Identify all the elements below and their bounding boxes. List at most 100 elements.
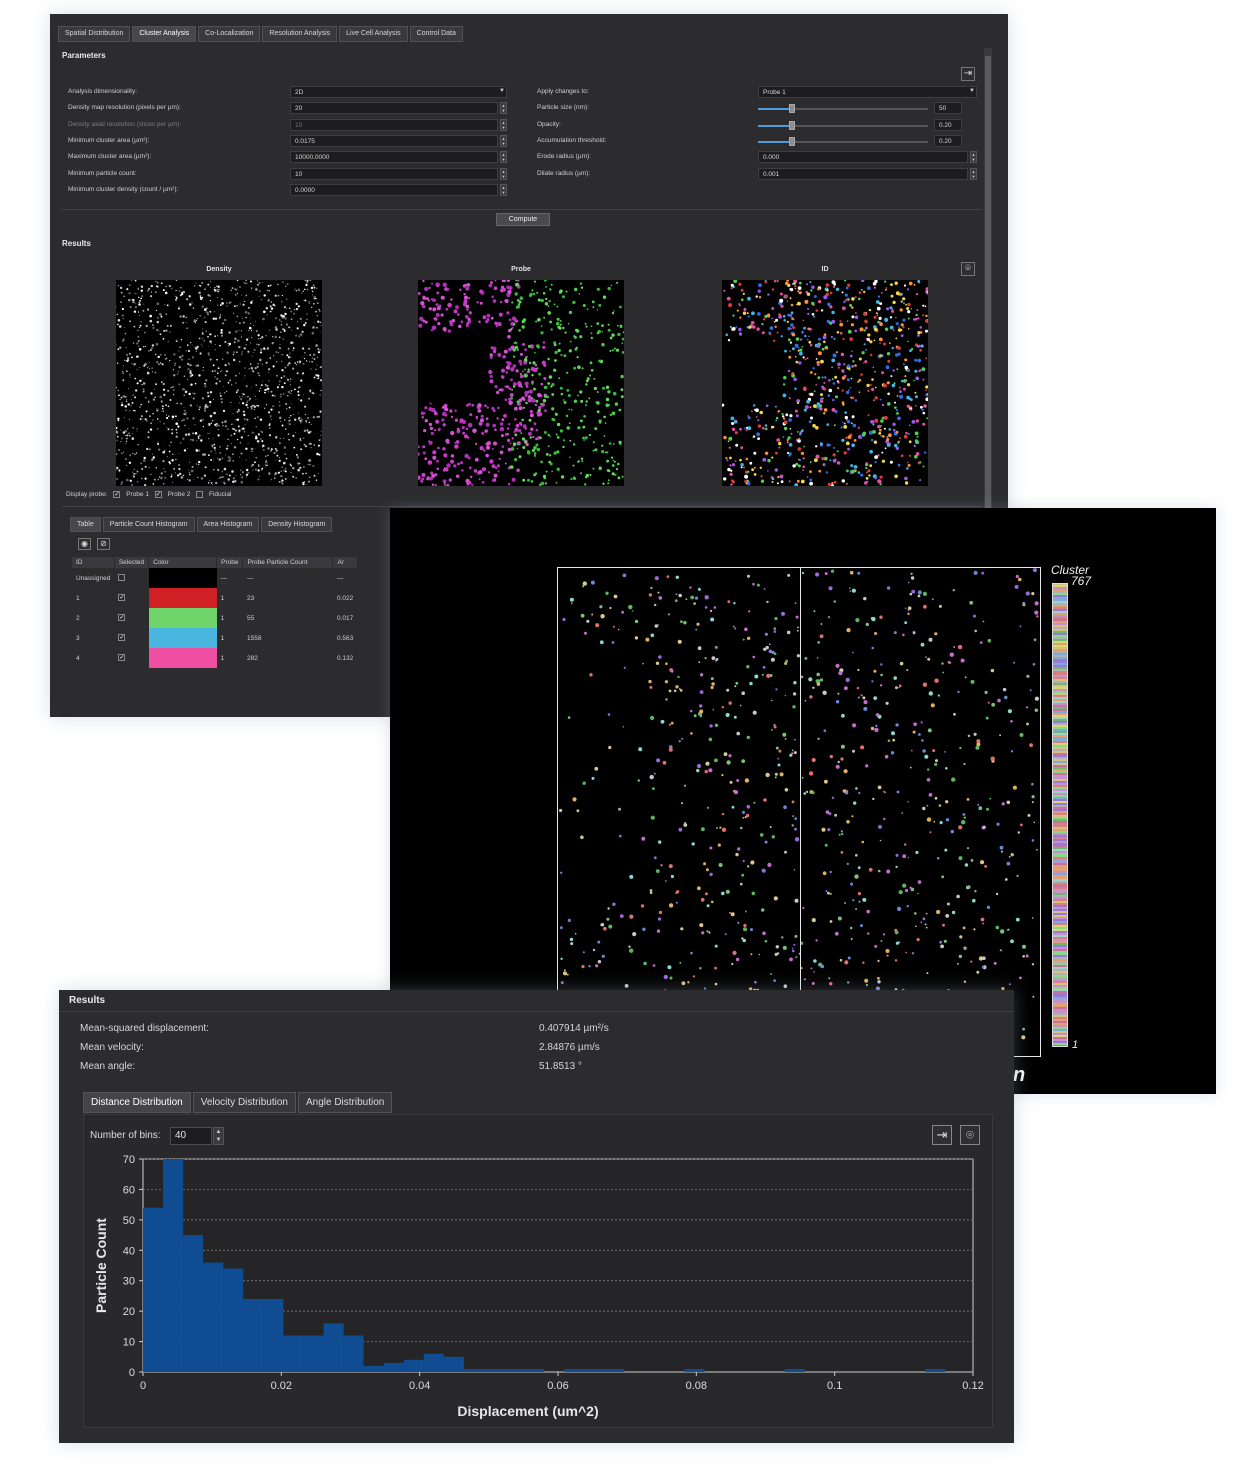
- param-field[interactable]: 2D: [290, 86, 507, 98]
- export-icon[interactable]: ⇥: [961, 67, 975, 81]
- param-field[interactable]: 0.0175: [290, 134, 498, 147]
- scrollbar-thumb[interactable]: [985, 56, 991, 511]
- param-field[interactable]: 0.000: [758, 151, 968, 164]
- color-swatch[interactable]: [148, 648, 217, 668]
- table-row[interactable]: 3 ✓ 1 1558 0.563: [72, 628, 357, 648]
- table-row[interactable]: Unassigned — — —: [72, 568, 357, 588]
- particle: [207, 432, 209, 434]
- tab-density-histogram[interactable]: Density Histogram: [261, 517, 333, 532]
- table-header[interactable]: Probe: [216, 557, 244, 568]
- slider-handle[interactable]: [789, 120, 795, 130]
- table-row[interactable]: 1 ✓ 1 23 0.022: [72, 588, 357, 608]
- color-swatch[interactable]: [148, 608, 217, 628]
- param-stepper[interactable]: ▲ ▼: [500, 183, 507, 196]
- particle: [191, 356, 194, 359]
- table-header[interactable]: Probe Particle Count: [242, 557, 334, 568]
- param-field[interactable]: 10: [290, 167, 498, 180]
- particle: [250, 329, 253, 332]
- particle: [185, 433, 188, 436]
- color-swatch[interactable]: [148, 588, 217, 608]
- particle: [209, 341, 212, 343]
- param-field[interactable]: 0.001: [758, 167, 968, 180]
- particle: [234, 288, 236, 290]
- compute-button[interactable]: Compute: [496, 213, 550, 226]
- particle: [834, 375, 838, 379]
- tab-live-cell-analysis[interactable]: Live Cell Analysis: [339, 26, 408, 42]
- tab-table[interactable]: Table: [70, 517, 101, 532]
- param-value-field[interactable]: 50: [934, 102, 962, 115]
- param-field[interactable]: Probe 1: [758, 86, 977, 98]
- particle: [416, 452, 420, 456]
- velocity-value: 2.84876 µm/s: [539, 1042, 600, 1053]
- param-stepper[interactable]: ▲ ▼: [500, 118, 507, 131]
- particle: [607, 328, 611, 332]
- slider-handle[interactable]: [789, 136, 795, 146]
- row-checkbox[interactable]: ✓: [118, 594, 126, 602]
- color-swatch[interactable]: [148, 568, 217, 588]
- table-header[interactable]: Ar: [332, 557, 358, 568]
- param-stepper[interactable]: ▲ ▼: [970, 167, 977, 180]
- param-value-field[interactable]: 0.20: [934, 118, 962, 131]
- param-slider[interactable]: [758, 104, 928, 114]
- tab-distance-distribution[interactable]: Distance Distribution: [83, 1092, 191, 1113]
- tab-cluster-analysis[interactable]: Cluster Analysis: [132, 26, 197, 42]
- tab-particle-count-histogram[interactable]: Particle Count Histogram: [102, 517, 195, 532]
- particle: [235, 321, 237, 323]
- param-field[interactable]: 0.0000: [290, 183, 498, 196]
- particle: [169, 399, 172, 401]
- particle: [594, 448, 598, 452]
- particle: [139, 324, 142, 327]
- probe2-checkbox[interactable]: ✓: [154, 491, 162, 498]
- param-slider[interactable]: [758, 136, 928, 146]
- probe1-checkbox[interactable]: ✓: [113, 491, 121, 498]
- table-header[interactable]: Color: [148, 557, 218, 568]
- param-field[interactable]: 20: [290, 102, 498, 115]
- table-row[interactable]: 2 ✓ 1 55 0.017: [72, 608, 357, 628]
- particle: [768, 331, 771, 334]
- row-checkbox[interactable]: [118, 574, 126, 582]
- table-row[interactable]: 4 ✓ 1 282 0.132: [72, 648, 357, 668]
- param-stepper[interactable]: ▲ ▼: [500, 151, 507, 164]
- tab-resolution-analysis[interactable]: Resolution Analysis: [262, 26, 338, 42]
- param-slider[interactable]: [758, 120, 928, 130]
- chevron-down-icon[interactable]: ▼: [499, 88, 505, 94]
- tab-co-localization[interactable]: Co-Localization: [198, 26, 261, 42]
- tab-spatial-distribution[interactable]: Spatial Distribution: [58, 26, 131, 42]
- tab-velocity-distribution[interactable]: Velocity Distribution: [192, 1092, 296, 1113]
- particle: [191, 344, 193, 346]
- particle: [494, 385, 498, 389]
- tab-area-histogram[interactable]: Area Histogram: [196, 517, 260, 532]
- particle: [840, 352, 845, 357]
- eye-off-icon[interactable]: ⊘: [97, 538, 110, 550]
- particle: [287, 390, 291, 394]
- colorbar-stripe: [1052, 733, 1068, 735]
- colorbar-stripe: [1052, 979, 1068, 981]
- colorbar-stripe: [1052, 897, 1068, 899]
- chevron-down-icon[interactable]: ▼: [969, 88, 975, 94]
- row-checkbox[interactable]: ✓: [118, 614, 126, 622]
- particle: [150, 422, 152, 425]
- param-stepper[interactable]: ▲ ▼: [970, 151, 977, 164]
- tab-angle-distribution[interactable]: Angle Distribution: [297, 1092, 393, 1113]
- param-field[interactable]: 10000.0000: [290, 151, 498, 164]
- camera-icon[interactable]: ⌾: [961, 262, 975, 276]
- param-value-field[interactable]: 0.20: [934, 134, 962, 147]
- param-stepper[interactable]: ▲ ▼: [500, 102, 507, 115]
- row-checkbox[interactable]: ✓: [118, 634, 126, 642]
- table-header[interactable]: ID: [72, 557, 115, 568]
- vertical-scrollbar[interactable]: [984, 48, 992, 518]
- eye-icon[interactable]: ◉: [78, 538, 91, 550]
- slider-handle[interactable]: [789, 104, 795, 114]
- particle: [831, 319, 836, 324]
- particle: [213, 413, 214, 414]
- row-checkbox[interactable]: ✓: [118, 654, 126, 662]
- table-header[interactable]: Selected: [114, 557, 150, 568]
- fiducial-checkbox[interactable]: [196, 491, 204, 498]
- particle: [922, 314, 925, 317]
- particle: [132, 301, 133, 303]
- particle: [213, 443, 216, 446]
- tab-control-data[interactable]: Control Data: [409, 26, 463, 42]
- param-stepper[interactable]: ▲ ▼: [500, 167, 507, 180]
- color-swatch[interactable]: [148, 628, 217, 648]
- param-stepper[interactable]: ▲ ▼: [500, 134, 507, 147]
